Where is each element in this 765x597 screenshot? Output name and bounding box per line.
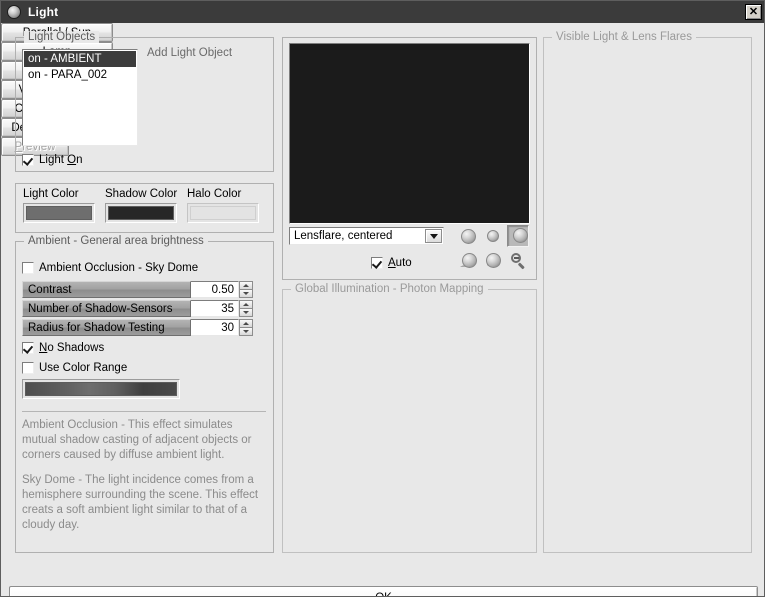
hint-divider [22,411,266,412]
checkbox-box[interactable] [22,154,34,166]
shadow-sensors-value[interactable]: 35 [191,300,239,317]
visible-light-group-label: Visible Light & Lens Flares [552,31,696,43]
spinner-down-icon[interactable] [239,308,253,317]
use-color-range-checkbox[interactable]: Use Color Range [22,362,127,374]
zoom-out-icon-button[interactable] [507,250,529,272]
shadow-radius-spinner[interactable] [239,319,253,336]
shadow-sensors-label: Number of Shadow-Sensors [28,303,172,315]
light-color-swatch[interactable] [23,203,95,223]
shadow-color-label: Shadow Color [105,188,177,200]
checkbox-box[interactable] [371,257,383,269]
spinner-down-icon[interactable] [239,327,253,336]
light-bulb-sphere-icon [7,5,21,19]
list-item[interactable]: on - AMBIENT [24,51,136,67]
visible-light-group: Visible Light & Lens Flares [543,37,752,553]
shadow-color-fill [108,206,174,220]
sphere-beam-icon [459,252,477,270]
lensflare-preset-value: Lensflare, centered [294,230,392,242]
sphere-lit-icon [513,228,528,243]
use-color-range-label: Use Color Range [39,362,127,374]
light-on-label: Light On [39,154,83,166]
ambient-occlusion-label: Ambient Occlusion - Sky Dome [39,262,198,274]
no-shadows-checkbox[interactable]: No Shadows [22,342,104,354]
sphere-flat-icon [461,229,476,244]
light-on-checkbox[interactable]: Light On [22,154,83,166]
sphere-flat-icon-button[interactable] [457,225,479,247]
shadow-radius-slider-track[interactable]: Radius for Shadow Testing [22,319,191,336]
sphere-small-icon-button[interactable] [482,225,504,247]
auto-preview-checkbox[interactable]: Auto [371,257,412,269]
no-shadows-label: No Shadows [39,342,104,354]
window-title: Light [28,5,58,19]
global-illumination-group-label: Global Illumination - Photon Mapping [291,283,488,295]
contrast-slider-track[interactable]: Contrast [22,281,191,298]
dialog-client-area: Light Objects on - AMBIENT on - PARA_002… [1,23,765,597]
color-range-bar[interactable] [22,379,180,399]
halo-color-swatch[interactable] [187,203,259,223]
spinner-down-icon[interactable] [239,289,253,298]
contrast-spinner[interactable] [239,281,253,298]
contrast-slider-row[interactable]: Contrast 0.50 [22,281,253,298]
light-color-fill [26,206,92,220]
light-dialog-window: Light ✕ Light Objects on - AMBIENT on - … [0,0,765,597]
contrast-value[interactable]: 0.50 [191,281,239,298]
shadow-radius-value[interactable]: 30 [191,319,239,336]
checkbox-box[interactable] [22,262,34,274]
light-objects-list[interactable]: on - AMBIENT on - PARA_002 [22,49,138,146]
sphere-small-icon [487,230,499,242]
light-preview-canvas[interactable] [289,43,530,224]
shadow-radius-label: Radius for Shadow Testing [28,322,165,334]
light-objects-group-label: Light Objects [24,31,99,43]
shadow-sensors-spinner[interactable] [239,300,253,317]
shadow-radius-slider-row[interactable]: Radius for Shadow Testing 30 [22,319,253,336]
shadow-color-swatch[interactable] [105,203,177,223]
contrast-label: Contrast [28,284,71,296]
hint-sky-dome: Sky Dome - The light incidence comes fro… [22,473,262,533]
sphere-shadow-icon-button[interactable] [482,250,504,272]
close-icon[interactable]: ✕ [745,4,762,20]
title-bar: Light ✕ [1,1,765,23]
shadow-sensors-slider-row[interactable]: Number of Shadow-Sensors 35 [22,300,253,317]
ambient-group-label: Ambient - General area brightness [24,235,208,247]
color-range-gradient [25,382,177,396]
light-color-label: Light Color [23,188,79,200]
checkbox-box[interactable] [22,362,34,374]
zoom-out-icon [510,253,526,269]
chevron-down-icon[interactable] [425,229,442,243]
halo-color-fill [190,206,256,220]
hint-ambient-occlusion: Ambient Occlusion - This effect simulate… [22,418,262,463]
checkbox-box[interactable] [22,342,34,354]
sphere-shadow-icon [484,252,502,270]
sphere-lit-icon-button[interactable] [507,225,529,247]
lensflare-preset-combo[interactable]: Lensflare, centered [289,227,444,245]
shadow-sensors-slider-track[interactable]: Number of Shadow-Sensors [22,300,191,317]
ambient-occlusion-checkbox[interactable]: Ambient Occlusion - Sky Dome [22,262,198,274]
spinner-up-icon[interactable] [239,300,253,308]
list-item[interactable]: on - PARA_002 [24,67,136,83]
ok-button[interactable]: OK [9,586,758,597]
halo-color-label: Halo Color [187,188,241,200]
sphere-beam-icon-button[interactable] [457,250,479,272]
add-light-object-label: Add Light Object [147,47,232,59]
spinner-up-icon[interactable] [239,319,253,327]
auto-label: Auto [388,257,412,269]
global-illumination-group: Global Illumination - Photon Mapping [282,289,537,553]
spinner-up-icon[interactable] [239,281,253,289]
